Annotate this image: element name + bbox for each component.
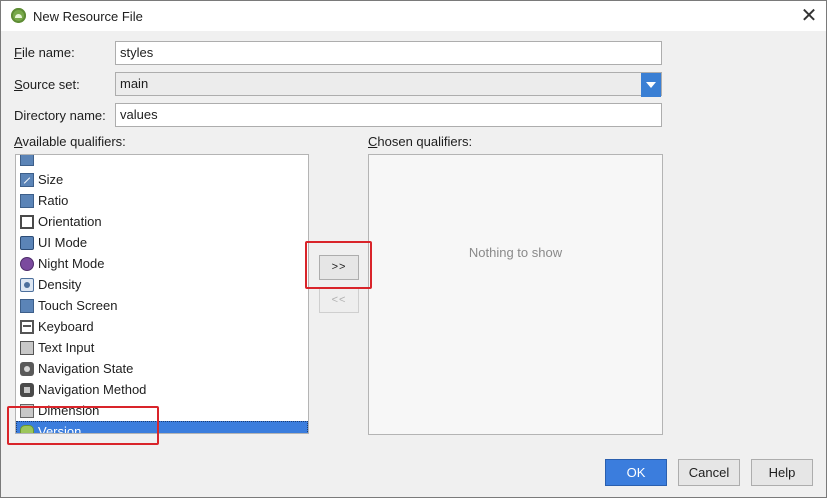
list-item[interactable]: Night Mode xyxy=(16,253,308,274)
source-set-mnemonic: S xyxy=(14,77,23,92)
title-bar: New Resource File ✕ xyxy=(1,1,826,31)
source-set-value: main xyxy=(120,76,149,91)
list-item[interactable]: Text Input xyxy=(16,337,308,358)
source-set-dropdown[interactable]: main xyxy=(115,72,662,97)
list-item-label: Navigation Method xyxy=(38,382,147,397)
density-icon xyxy=(20,278,34,292)
list-item-label: Size xyxy=(38,172,64,187)
source-set-label: Source set: xyxy=(14,77,80,92)
empty-state-text: Nothing to show xyxy=(468,245,563,260)
ui-mode-icon xyxy=(20,236,34,250)
size-icon xyxy=(20,173,34,187)
list-item-label: Ratio xyxy=(38,193,69,208)
list-item[interactable]: UI Mode xyxy=(16,232,308,253)
list-item[interactable]: Keyboard xyxy=(16,316,308,337)
partial-item-icon xyxy=(20,155,34,166)
touch-screen-icon xyxy=(20,299,34,313)
list-item-label: Density xyxy=(38,277,82,292)
highlight-version-item xyxy=(7,406,159,445)
navigation-state-icon xyxy=(20,362,34,376)
help-button[interactable]: Help xyxy=(751,459,813,486)
chosen-qualifiers-label: Chosen qualifiers: xyxy=(368,134,472,149)
dialog-title: New Resource File xyxy=(33,9,143,24)
text-input-icon xyxy=(20,341,34,355)
remove-qualifier-button[interactable]: << xyxy=(319,288,359,313)
list-item-label: Touch Screen xyxy=(38,298,118,313)
list-item-label: Orientation xyxy=(38,214,102,229)
close-icon[interactable]: ✕ xyxy=(798,5,820,27)
file-name-input[interactable]: styles xyxy=(115,41,662,65)
navigation-method-icon xyxy=(20,383,34,397)
directory-name-input[interactable]: values xyxy=(115,103,662,127)
cancel-button[interactable]: Cancel xyxy=(678,459,740,486)
available-qualifiers-scroll: Size Ratio Orientation UI Mode Night Mod… xyxy=(16,155,308,433)
chosen-qualifiers-list[interactable]: Nothing to show xyxy=(368,154,663,435)
list-item-partial[interactable] xyxy=(16,155,308,169)
available-qualifiers-list[interactable]: Size Ratio Orientation UI Mode Night Mod… xyxy=(15,154,309,434)
list-item-label: Navigation State xyxy=(38,361,134,376)
orientation-icon xyxy=(20,215,34,229)
list-item-label: Keyboard xyxy=(38,319,94,334)
android-studio-icon xyxy=(11,8,26,23)
file-name-label-text: ile name: xyxy=(21,45,75,60)
ratio-icon xyxy=(20,194,34,208)
list-item-label: UI Mode xyxy=(38,235,88,250)
file-name-value: styles xyxy=(120,45,154,60)
night-mode-icon xyxy=(20,257,34,271)
keyboard-icon xyxy=(20,320,34,334)
directory-name-label: Directory name: xyxy=(14,108,106,123)
source-set-label-text: ource set: xyxy=(22,77,80,92)
file-name-label: File name: xyxy=(14,45,75,60)
available-label-text: vailable qualifiers: xyxy=(22,134,126,149)
list-item[interactable]: Navigation Method xyxy=(16,379,308,400)
directory-name-value: values xyxy=(120,107,158,122)
list-item-label: Text Input xyxy=(38,340,95,355)
list-item[interactable]: Orientation xyxy=(16,211,308,232)
list-item-label: Night Mode xyxy=(38,256,105,271)
new-resource-file-dialog: New Resource File ✕ File name: styles So… xyxy=(0,0,827,498)
ok-button[interactable]: OK xyxy=(605,459,667,486)
list-item[interactable]: Density xyxy=(16,274,308,295)
chevron-down-icon[interactable] xyxy=(641,73,661,97)
highlight-add-button xyxy=(305,241,372,289)
available-qualifiers-label: Available qualifiers: xyxy=(14,134,126,149)
chosen-mnemonic: C xyxy=(368,134,378,149)
list-item[interactable]: Size xyxy=(16,169,308,190)
chosen-label-text: hosen qualifiers: xyxy=(377,134,473,149)
list-item[interactable]: Touch Screen xyxy=(16,295,308,316)
file-name-mnemonic: F xyxy=(14,45,22,60)
list-item[interactable]: Navigation State xyxy=(16,358,308,379)
list-item[interactable]: Ratio xyxy=(16,190,308,211)
